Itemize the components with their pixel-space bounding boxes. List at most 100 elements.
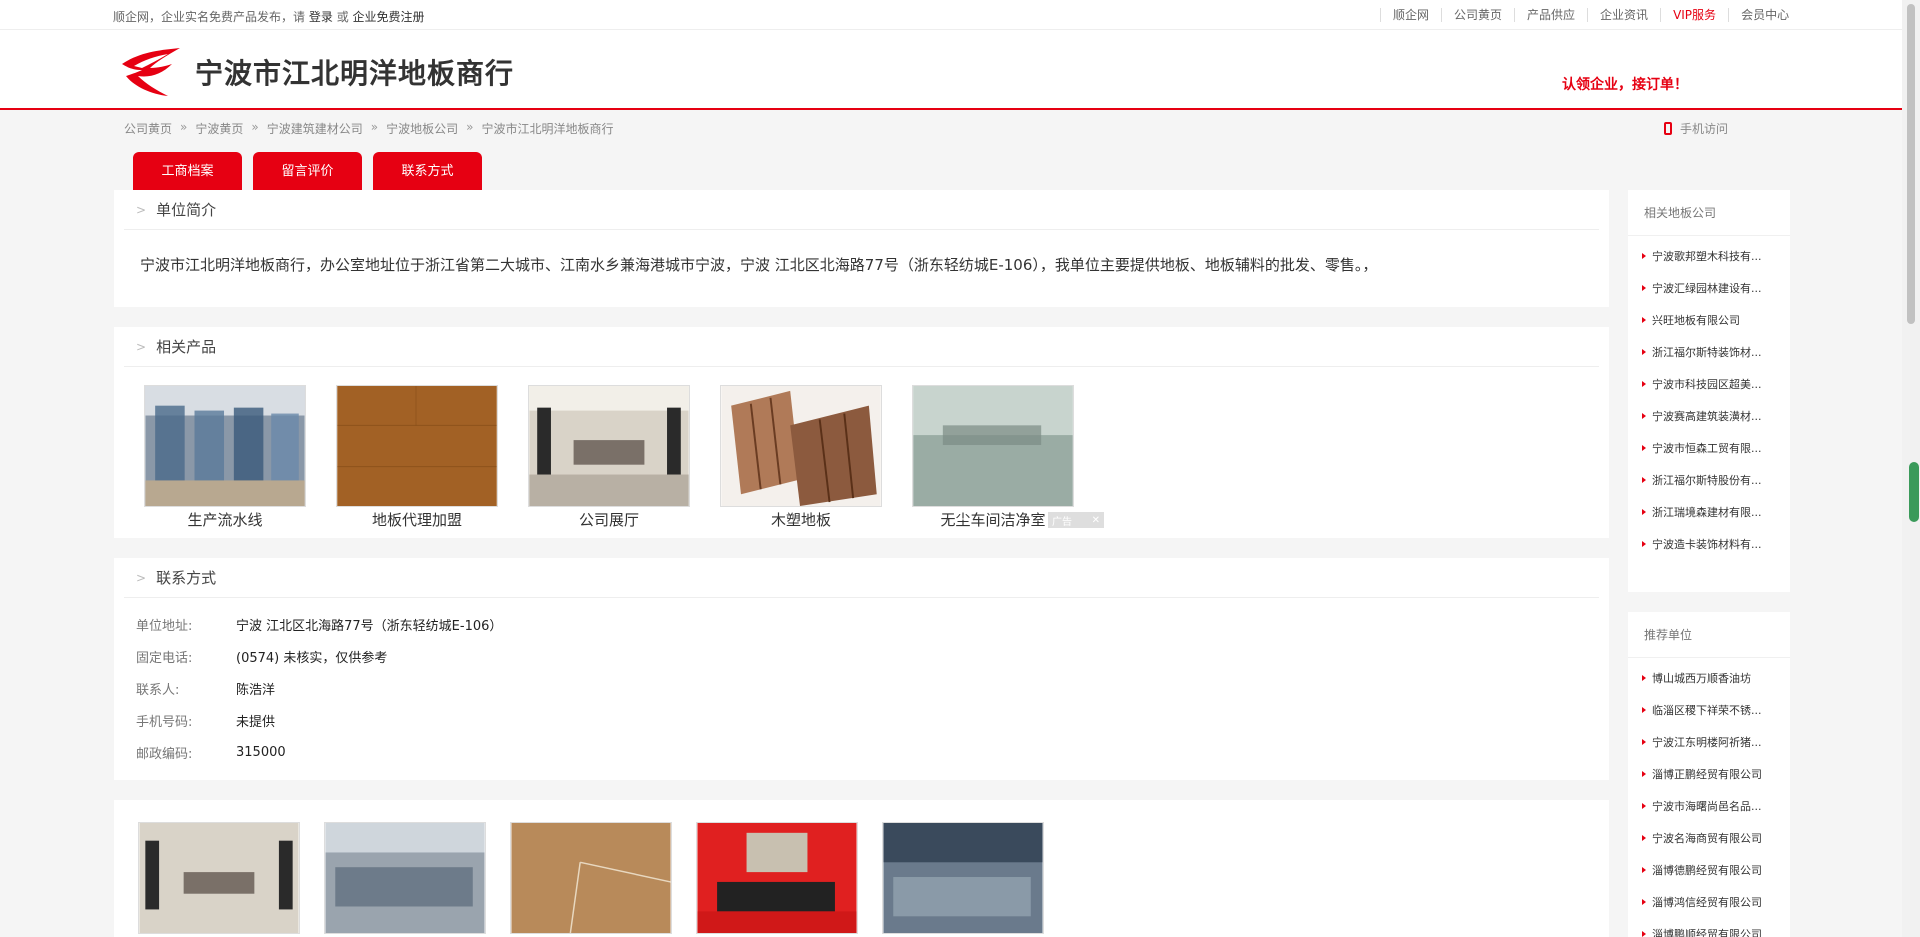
contact-row: 联系人: 陈浩洋 xyxy=(136,672,1609,704)
recommended-name[interactable]: 淄博正鹏经贸有限公司 xyxy=(1652,766,1762,782)
related-company-item[interactable]: 宁波造卡装饰材料有... xyxy=(1628,528,1790,560)
company-title: 宁波市江北明洋地板商行 xyxy=(195,57,515,90)
product-image[interactable] xyxy=(336,385,498,507)
breadcrumb-item[interactable]: 宁波建筑建材公司 xyxy=(267,120,363,137)
product-image[interactable] xyxy=(144,385,306,507)
factory-photo xyxy=(325,823,485,933)
recommended-name[interactable]: 宁波江东明楼阿祈猪... xyxy=(1652,734,1762,750)
contact-row: 固定电话: (0574) 未核实，仅供参考 xyxy=(136,640,1609,672)
product-caption[interactable]: 公司展厅 xyxy=(528,509,690,530)
related-company-item[interactable]: 兴旺地板有限公司 xyxy=(1628,304,1790,336)
product-image[interactable] xyxy=(720,385,882,507)
contact-panel-header: > 联系方式 xyxy=(124,558,1599,598)
breadcrumb-item[interactable]: 宁波黄页 xyxy=(195,120,243,137)
register-link[interactable]: 企业免费注册 xyxy=(353,10,425,24)
recommended-panel: 推荐单位 博山城西万顺香油坊 临淄区稷下祥荣不锈... 宁波江东明楼阿祈猪...… xyxy=(1628,612,1790,937)
related-company-item[interactable]: 宁波汇绿园林建设有... xyxy=(1628,272,1790,304)
top-nav-vip[interactable]: VIP服务 xyxy=(1660,8,1728,22)
related-company-name[interactable]: 宁波赛高建筑装潢材... xyxy=(1652,408,1762,424)
floating-tool-handle[interactable] xyxy=(1909,462,1919,522)
related-company-item[interactable]: 浙江福尔斯特装饰材... xyxy=(1628,336,1790,368)
product-image[interactable] xyxy=(912,385,1074,507)
breadcrumb-item[interactable]: 公司黄页 xyxy=(124,120,172,137)
related-company-item[interactable]: 浙江瑞境森建材有限... xyxy=(1628,496,1790,528)
recommended-item[interactable]: 博山城西万顺香油坊 xyxy=(1628,662,1790,694)
top-nav: 顺企网 公司黄页 产品供应 企业资讯 VIP服务 会员中心 xyxy=(1380,8,1801,22)
contact-label: 固定电话: xyxy=(136,650,193,666)
gallery-panel xyxy=(114,800,1609,937)
scrollbar-thumb[interactable] xyxy=(1907,4,1915,324)
gallery-image[interactable] xyxy=(510,822,672,934)
recommended-name[interactable]: 临淄区稷下祥荣不锈... xyxy=(1652,702,1762,718)
recommended-item[interactable]: 宁波市海曙尚邑名品... xyxy=(1628,790,1790,822)
recommended-item[interactable]: 淄博德鹏经贸有限公司 xyxy=(1628,854,1790,886)
arrow-right-icon xyxy=(1642,445,1646,451)
related-company-name[interactable]: 浙江瑞境森建材有限... xyxy=(1652,504,1762,520)
recommended-name[interactable]: 宁波名海商贸有限公司 xyxy=(1652,830,1762,846)
product-item[interactable]: 木塑地板 xyxy=(720,385,882,530)
related-company-name[interactable]: 宁波市科技园区超美... xyxy=(1652,376,1762,392)
top-nav-home[interactable]: 顺企网 xyxy=(1380,8,1441,22)
or-text: 或 xyxy=(336,10,349,24)
arrow-right-icon xyxy=(1642,739,1646,745)
showroom-image xyxy=(529,386,689,506)
contact-value: 未提供 xyxy=(236,714,276,730)
site-logo-icon[interactable] xyxy=(120,46,182,98)
recommended-item[interactable]: 宁波江东明楼阿祈猪... xyxy=(1628,726,1790,758)
claim-company-link[interactable]: 认领企业，接订单！ xyxy=(1562,74,1688,94)
related-company-name[interactable]: 兴旺地板有限公司 xyxy=(1652,312,1740,328)
tab-business-record[interactable]: 工商档案 xyxy=(133,152,242,190)
gallery-image[interactable] xyxy=(324,822,486,934)
related-company-name[interactable]: 浙江福尔斯特装饰材... xyxy=(1652,344,1762,360)
product-item[interactable]: 无尘车间洁净室 xyxy=(912,385,1074,530)
related-company-item[interactable]: 宁波市恒森工贸有限... xyxy=(1628,432,1790,464)
ad-badge[interactable]: 广告 ✕ xyxy=(1048,512,1104,528)
recommended-item[interactable]: 临淄区稷下祥荣不锈... xyxy=(1628,694,1790,726)
recommended-name[interactable]: 淄博鸿信经贸有限公司 xyxy=(1652,894,1762,910)
tab-contact[interactable]: 联系方式 xyxy=(373,152,482,190)
product-caption[interactable]: 地板代理加盟 xyxy=(336,509,498,530)
related-company-name[interactable]: 宁波造卡装饰材料有... xyxy=(1652,536,1762,552)
mobile-access-link[interactable]: 手机访问 xyxy=(1664,120,1728,137)
top-nav-products[interactable]: 产品供应 xyxy=(1514,8,1587,22)
breadcrumb-separator: » xyxy=(251,120,259,134)
related-company-name[interactable]: 宁波汇绿园林建设有... xyxy=(1652,280,1762,296)
page-scrollbar[interactable] xyxy=(1902,0,1920,937)
top-nav-member[interactable]: 会员中心 xyxy=(1728,8,1801,22)
product-item[interactable]: 生产流水线 xyxy=(144,385,306,530)
product-caption[interactable]: 生产流水线 xyxy=(144,509,306,530)
product-caption[interactable]: 木塑地板 xyxy=(720,509,882,530)
tab-reviews[interactable]: 留言评价 xyxy=(253,152,362,190)
arrow-right-icon xyxy=(1642,541,1646,547)
gallery-image[interactable] xyxy=(882,822,1044,934)
gallery-image[interactable] xyxy=(696,822,858,934)
breadcrumb-item[interactable]: 宁波地板公司 xyxy=(386,120,458,137)
product-item[interactable]: 地板代理加盟 xyxy=(336,385,498,530)
related-company-name[interactable]: 宁波歌邦塑木科技有... xyxy=(1652,248,1762,264)
ad-label: 广告 xyxy=(1052,516,1072,528)
top-nav-yellowpages[interactable]: 公司黄页 xyxy=(1441,8,1514,22)
related-company-item[interactable]: 宁波市科技园区超美... xyxy=(1628,368,1790,400)
top-nav-news[interactable]: 企业资讯 xyxy=(1587,8,1660,22)
related-company-name[interactable]: 宁波市恒森工贸有限... xyxy=(1652,440,1762,456)
arrow-right-icon xyxy=(1642,285,1646,291)
related-company-item[interactable]: 宁波歌邦塑木科技有... xyxy=(1628,240,1790,272)
gallery-image[interactable] xyxy=(138,822,300,934)
close-icon[interactable]: ✕ xyxy=(1092,515,1100,526)
login-link[interactable]: 登录 xyxy=(309,10,333,24)
related-company-item[interactable]: 宁波赛高建筑装潢材... xyxy=(1628,400,1790,432)
recommended-name[interactable]: 宁波市海曙尚邑名品... xyxy=(1652,798,1762,814)
recommended-item[interactable]: 淄博鸿信经贸有限公司 xyxy=(1628,886,1790,918)
recommended-item[interactable]: 宁波名海商贸有限公司 xyxy=(1628,822,1790,854)
recommended-name[interactable]: 博山城西万顺香油坊 xyxy=(1652,670,1751,686)
product-image[interactable] xyxy=(528,385,690,507)
product-item[interactable]: 公司展厅 xyxy=(528,385,690,530)
recommended-item[interactable]: 淄博正鹏经贸有限公司 xyxy=(1628,758,1790,790)
recommended-item[interactable]: 淄博鹏顺经贸有限公司 xyxy=(1628,918,1790,937)
related-company-name[interactable]: 浙江福尔斯特股份有... xyxy=(1652,472,1762,488)
recommended-name[interactable]: 淄博鹏顺经贸有限公司 xyxy=(1652,926,1762,937)
recommended-name[interactable]: 淄博德鹏经贸有限公司 xyxy=(1652,862,1762,878)
related-company-item[interactable]: 浙江福尔斯特股份有... xyxy=(1628,464,1790,496)
contact-label: 手机号码: xyxy=(136,714,193,730)
arrow-right-icon xyxy=(1642,413,1646,419)
